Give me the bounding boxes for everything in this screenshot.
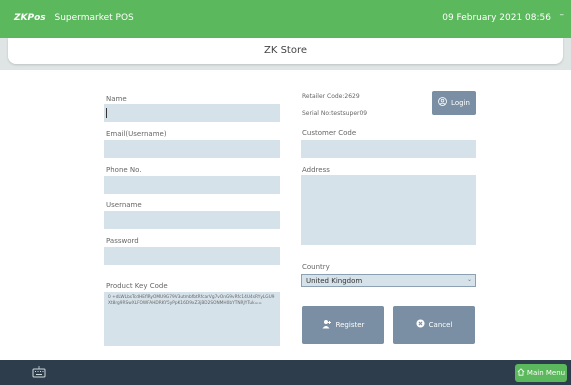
- country-value: United Kingdom: [306, 277, 363, 285]
- app-logo: ZKPos: [14, 13, 46, 23]
- address-label: Address: [302, 166, 330, 174]
- phone-input[interactable]: [104, 176, 280, 194]
- brand: ZKPos Supermarket POS: [14, 13, 134, 23]
- minimize-button[interactable]: –: [560, 10, 565, 20]
- store-title: ZK Store: [8, 38, 563, 64]
- address-input[interactable]: [301, 175, 476, 245]
- login-button[interactable]: Login: [432, 91, 476, 115]
- main-menu-label: Main Menu: [526, 369, 566, 377]
- register-button[interactable]: Register: [302, 306, 384, 344]
- name-input[interactable]: [104, 104, 280, 122]
- password-label: Password: [106, 237, 139, 245]
- username-input[interactable]: [104, 211, 280, 229]
- email-label: Email(Username): [106, 130, 167, 138]
- add-user-icon: [322, 319, 332, 332]
- register-label: Register: [335, 321, 365, 329]
- phone-label: Phone No.: [106, 166, 142, 174]
- cancel-icon: [416, 319, 425, 331]
- customer-code-input[interactable]: [301, 140, 476, 158]
- country-select[interactable]: United Kingdom ⌄: [301, 274, 476, 287]
- bottom-bar: Main Menu: [0, 360, 571, 385]
- chevron-down-icon: ⌄: [466, 276, 472, 283]
- cancel-button[interactable]: Cancel: [393, 306, 475, 344]
- customer-code-label: Customer Code: [302, 129, 357, 137]
- login-label: Login: [451, 99, 470, 107]
- name-label: Name: [106, 95, 127, 103]
- datetime: 09 February 2021 08:56: [442, 13, 551, 23]
- serial-number: Serial No:testsuper09: [302, 110, 368, 117]
- app-name: Supermarket POS: [54, 13, 134, 23]
- username-label: Username: [106, 201, 142, 209]
- password-input[interactable]: [104, 247, 280, 265]
- top-bar: ZKPos Supermarket POS 09 February 2021 0…: [0, 0, 571, 38]
- form-panel: [0, 70, 571, 360]
- main-menu-button[interactable]: Main Menu: [515, 364, 567, 382]
- home-icon: [517, 368, 525, 378]
- user-icon: [438, 97, 447, 109]
- retailer-code: Retailer Code:2629: [302, 93, 360, 100]
- email-input[interactable]: [104, 140, 280, 158]
- product-key-field[interactable]: 0 +dLWLbsTcdHEflRyOMU9G79V3utmbfbtRfcarV…: [104, 292, 280, 346]
- product-key-label: Product Key Code: [106, 282, 168, 290]
- cancel-label: Cancel: [428, 321, 453, 329]
- keyboard-icon[interactable]: [32, 366, 46, 378]
- country-label: Country: [302, 263, 330, 271]
